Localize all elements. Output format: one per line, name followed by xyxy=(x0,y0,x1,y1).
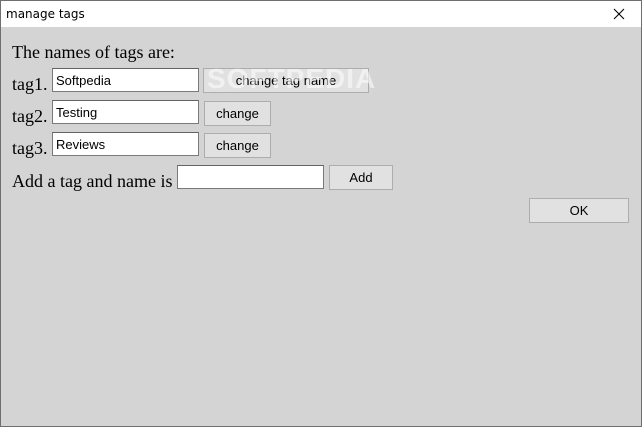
tag3-label: tag3. xyxy=(12,138,48,158)
tag3-name-field[interactable] xyxy=(52,132,199,156)
add-button[interactable]: Add xyxy=(329,165,393,190)
close-icon xyxy=(613,8,625,20)
add-tag-label: Add a tag and name is xyxy=(12,171,173,191)
tag1-label: tag1. xyxy=(12,74,48,94)
close-button[interactable] xyxy=(597,1,641,27)
new-tag-name-field[interactable] xyxy=(177,165,324,189)
change-tag-name-button[interactable]: change tag name xyxy=(203,68,369,93)
tags-heading: The names of tags are: xyxy=(12,42,175,62)
title-bar: manage tags xyxy=(1,1,641,27)
tag1-name-field[interactable] xyxy=(52,68,199,92)
tag2-label: tag2. xyxy=(12,106,48,126)
change-tag2-button[interactable]: change xyxy=(204,101,271,126)
manage-tags-window: manage tags The names of tags are: tag1.… xyxy=(0,0,642,427)
change-tag3-button[interactable]: change xyxy=(204,133,271,158)
ok-button[interactable]: OK xyxy=(529,198,629,223)
window-title: manage tags xyxy=(6,7,85,21)
tag2-name-field[interactable] xyxy=(52,100,199,124)
